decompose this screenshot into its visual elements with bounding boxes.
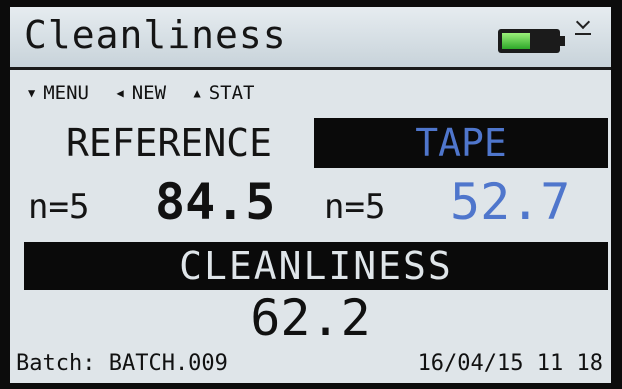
- softkey-menu: ▼ MENU ◀ NEW ▲ STAT: [28, 82, 270, 104]
- menu-softkey[interactable]: ▼ MENU: [28, 82, 97, 104]
- datetime-label: 16/04/15 11 18: [417, 351, 603, 376]
- tape-value: 52.7: [450, 173, 571, 231]
- triangle-down-icon: ▼: [28, 86, 36, 100]
- device-screen: Cleanliness ▼ MENU ◀ NEW ▲ STAT REFERENCE T…: [10, 7, 611, 383]
- stat-label: STAT: [208, 82, 255, 104]
- battery-level: [502, 33, 530, 49]
- tape-count: n=5: [324, 187, 386, 227]
- stat-softkey[interactable]: ▲ STAT: [193, 82, 262, 104]
- batch-label: Batch: BATCH.009: [16, 351, 228, 376]
- triangle-up-icon: ▲: [193, 86, 201, 100]
- cleanliness-label: CLEANLINESS: [24, 242, 608, 290]
- new-label: NEW: [131, 82, 167, 104]
- cleanliness-value: 62.2: [250, 289, 371, 347]
- page-title: Cleanliness: [24, 13, 287, 57]
- new-softkey[interactable]: ◀ NEW: [116, 82, 174, 104]
- tape-label: TAPE: [314, 118, 608, 168]
- reference-label: REFERENCE: [66, 121, 272, 165]
- battery-icon: [498, 29, 565, 53]
- battery-tip: [560, 36, 565, 46]
- menu-label: MENU: [43, 82, 89, 104]
- triangle-left-icon: ◀: [116, 86, 124, 100]
- reference-count: n=5: [28, 187, 90, 227]
- reference-value: 84.5: [155, 173, 276, 231]
- title-bar: Cleanliness: [10, 7, 611, 70]
- usb-icon: [575, 17, 591, 35]
